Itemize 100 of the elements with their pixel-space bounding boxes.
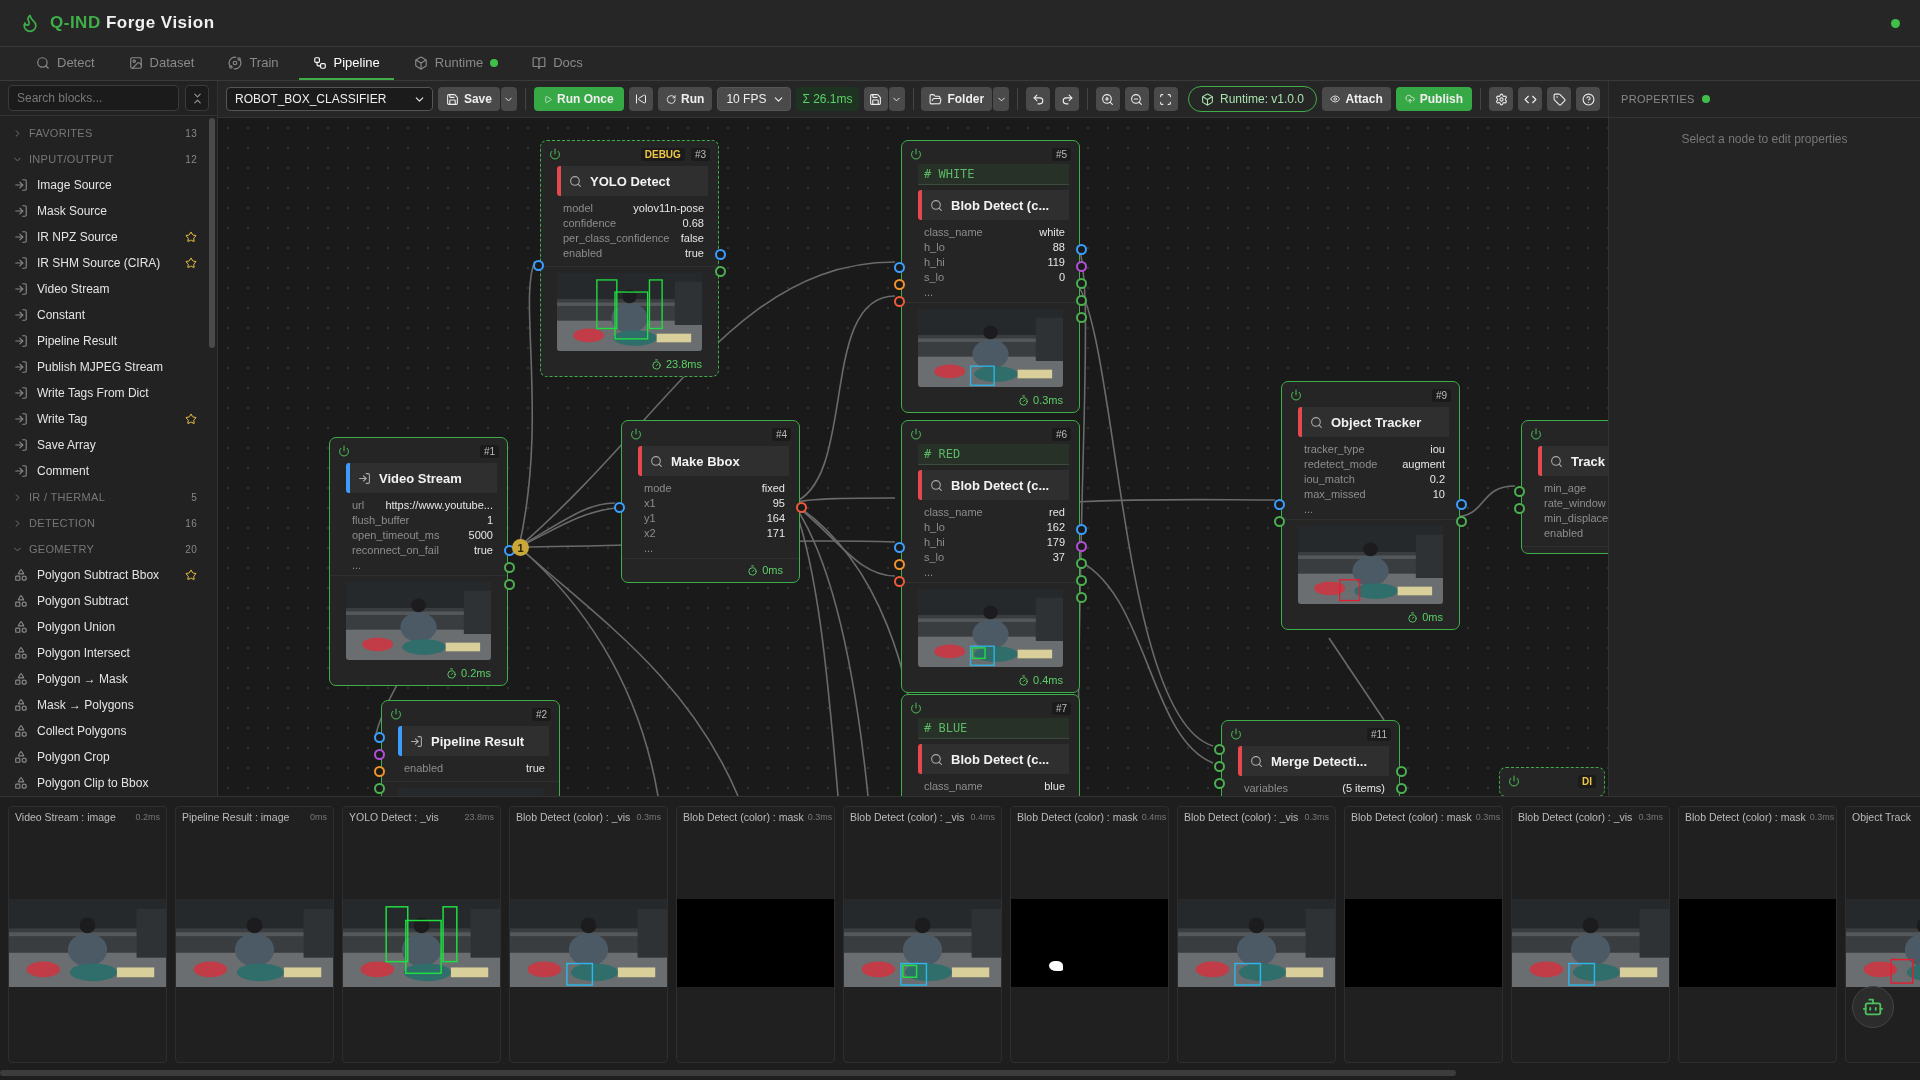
power-icon[interactable] — [1530, 428, 1542, 440]
block-item[interactable]: Polygon Crop — [0, 744, 217, 770]
zoom-in-button[interactable] — [1096, 87, 1120, 111]
preview-card[interactable]: Blob Detect (color) : mask 0.3ms — [1678, 806, 1837, 1063]
category-header[interactable]: FAVORITES 13 — [0, 120, 217, 146]
node-header[interactable]: Blob Detect (c... — [918, 190, 1069, 220]
category-header[interactable]: INPUT/OUTPUT 12 — [0, 146, 217, 172]
block-item[interactable]: Collect Polygons — [0, 718, 217, 744]
block-item[interactable]: Comment — [0, 458, 217, 484]
port-handle[interactable] — [1456, 516, 1467, 527]
port-handle[interactable] — [1396, 783, 1407, 794]
step-back-button[interactable] — [628, 87, 653, 111]
node-header[interactable]: Blob Detect (c... — [918, 470, 1069, 500]
port-handle[interactable] — [533, 260, 544, 271]
block-item[interactable]: IR NPZ Source — [0, 224, 217, 250]
port-handle[interactable] — [1456, 499, 1467, 510]
port-handle[interactable] — [1274, 516, 1285, 527]
block-item[interactable]: Save Array — [0, 432, 217, 458]
port-handle[interactable] — [1514, 486, 1525, 497]
port-handle[interactable] — [1076, 312, 1087, 323]
power-icon[interactable] — [338, 445, 350, 457]
block-item[interactable]: Mask → Polygons — [0, 692, 217, 718]
fps-select[interactable]: 10 FPS — [717, 87, 792, 111]
power-icon[interactable] — [910, 148, 922, 160]
save-button[interactable]: Save — [437, 87, 500, 111]
zoom-out-button[interactable] — [1125, 87, 1149, 111]
port-handle[interactable] — [894, 559, 905, 570]
block-item[interactable]: Polygon Subtract Bbox — [0, 562, 217, 588]
block-item[interactable]: Write Tag — [0, 406, 217, 432]
port-handle[interactable] — [374, 732, 385, 743]
pipeline-node[interactable]: DI — [1499, 767, 1605, 796]
attach-button[interactable]: Attach — [1322, 87, 1391, 111]
port-handle[interactable] — [1076, 295, 1087, 306]
port-handle[interactable] — [504, 579, 515, 590]
canvas-background[interactable] — [218, 118, 1608, 796]
block-item[interactable]: Publish MJPEG Stream — [0, 354, 217, 380]
power-icon[interactable] — [1508, 775, 1520, 787]
port-handle[interactable] — [796, 502, 807, 513]
preview-card[interactable]: Blob Detect (color) : mask 0.3ms — [1344, 806, 1503, 1063]
preview-card[interactable]: Pipeline Result : image 0ms — [175, 806, 334, 1063]
node-header[interactable]: Blob Detect (c... — [918, 744, 1069, 774]
node-header[interactable]: Merge Detecti... — [1238, 746, 1389, 776]
port-handle[interactable] — [374, 783, 385, 794]
settings-button[interactable] — [1489, 87, 1513, 111]
snapshot-menu-button[interactable] — [888, 87, 905, 111]
port-handle[interactable] — [1396, 766, 1407, 777]
port-handle[interactable] — [894, 542, 905, 553]
pipeline-node[interactable]: #9 Object Tracker tracker_type iou redetect_mode augment iou_match 0.2 max_missed 10 ... 0ms — [1281, 381, 1460, 630]
block-item[interactable]: Image Source — [0, 172, 217, 198]
pipeline-node[interactable]: #6 # RED Blob Detect (c... class_name red h_lo 162 h_hi 179 s_lo 37 ... 0.4ms — [901, 420, 1080, 693]
nav-tab[interactable]: Docs — [518, 47, 597, 80]
preview-card[interactable]: Blob Detect (color) : _vis 0.3ms — [509, 806, 668, 1063]
power-icon[interactable] — [910, 428, 922, 440]
pipeline-node[interactable]: #4 Make Bbox mode fixed x1 95 y1 164 x2 171 ... 0ms — [621, 420, 800, 583]
port-handle[interactable] — [504, 562, 515, 573]
star-icon[interactable] — [185, 257, 197, 269]
pipeline-node[interactable]: #5 # WHITE Blob Detect (c... class_name white h_lo 88 h_hi 119 s_lo 0 ... 0.3ms — [901, 140, 1080, 413]
port-handle[interactable] — [614, 502, 625, 513]
block-item[interactable]: Video Stream — [0, 276, 217, 302]
port-handle[interactable] — [1076, 575, 1087, 586]
power-icon[interactable] — [549, 148, 561, 160]
help-button[interactable] — [1576, 87, 1600, 111]
power-icon[interactable] — [1290, 389, 1302, 401]
block-item[interactable]: Polygon Subtract — [0, 588, 217, 614]
category-header[interactable]: IR / THERMAL 5 — [0, 484, 217, 510]
undo-button[interactable] — [1026, 87, 1051, 111]
pipeline-node[interactable]: DEBUG #3 YOLO Detect model yolov11n-pose confidence 0.68 per_class_confidence false enabled true 23.8ms — [540, 140, 719, 377]
node-header[interactable]: Make Bbox — [638, 446, 789, 476]
block-item[interactable]: Pipeline Result — [0, 328, 217, 354]
fit-view-button[interactable] — [1154, 87, 1178, 111]
port-handle[interactable] — [1214, 744, 1225, 755]
search-field[interactable]: Search blocks... — [8, 85, 179, 111]
nav-tab[interactable]: Runtime — [399, 47, 513, 80]
power-icon[interactable] — [1230, 728, 1242, 740]
node-header[interactable]: Pipeline Result — [398, 726, 549, 756]
port-handle[interactable] — [1214, 778, 1225, 789]
port-handle[interactable] — [894, 296, 905, 307]
category-header[interactable]: DETECTION 16 — [0, 510, 217, 536]
power-icon[interactable] — [630, 428, 642, 440]
node-header[interactable]: Object Tracker — [1298, 407, 1449, 437]
collapse-all-button[interactable] — [185, 85, 209, 111]
port-handle[interactable] — [374, 766, 385, 777]
nav-tab[interactable]: Train — [214, 47, 293, 80]
node-header[interactable]: YOLO Detect — [557, 166, 708, 196]
nav-tab[interactable]: Detect — [22, 47, 109, 80]
pipeline-node[interactable]: #11 Merge Detecti... variables (5 items) — [1221, 720, 1400, 796]
block-item[interactable]: IR SHM Source (CIRA) — [0, 250, 217, 276]
port-handle[interactable] — [894, 576, 905, 587]
port-handle[interactable] — [1514, 503, 1525, 514]
port-handle[interactable] — [1076, 558, 1087, 569]
preview-card[interactable]: Blob Detect (color) : mask 0.3ms — [676, 806, 835, 1063]
port-handle[interactable] — [374, 749, 385, 760]
category-header[interactable]: GEOMETRY 20 — [0, 536, 217, 562]
port-handle[interactable] — [1076, 541, 1087, 552]
block-item[interactable]: Write Tags From Dict — [0, 380, 217, 406]
port-handle[interactable] — [894, 279, 905, 290]
port-handle[interactable] — [1274, 499, 1285, 510]
block-item[interactable]: Polygon → Mask — [0, 666, 217, 692]
preview-card[interactable]: Object Track — [1845, 806, 1920, 1063]
port-handle[interactable] — [1214, 761, 1225, 772]
